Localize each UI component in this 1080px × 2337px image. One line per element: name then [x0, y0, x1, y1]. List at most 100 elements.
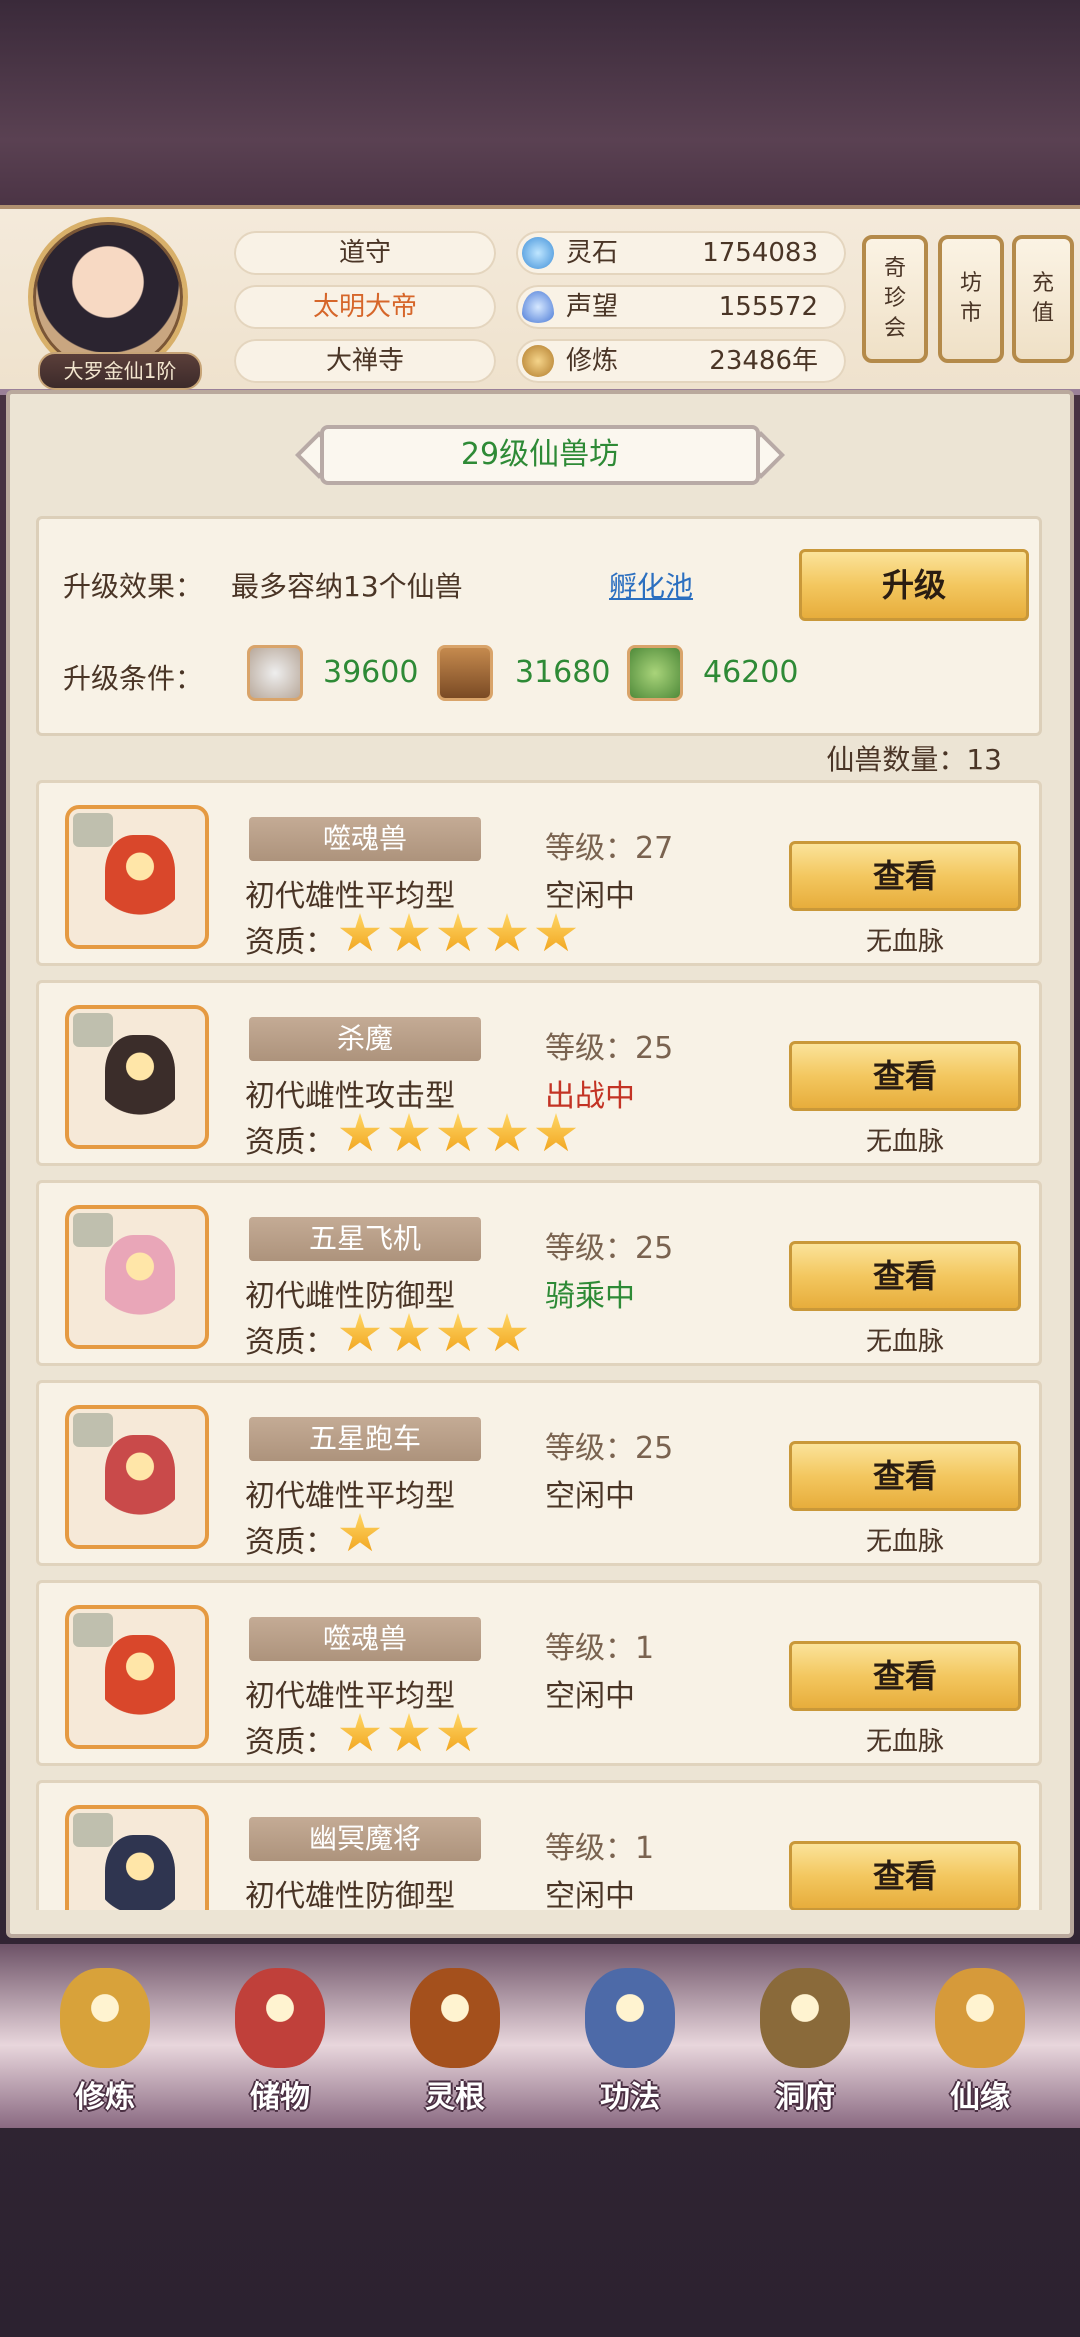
wood-cost: 31680: [515, 655, 611, 690]
panel-title-banner: 29级仙兽坊: [290, 420, 790, 490]
nav-item-0[interactable]: 修炼: [30, 1954, 180, 2124]
beast-status: 空闲中: [545, 1679, 635, 1714]
beast-level: 等级：1: [545, 1631, 655, 1666]
spirit-stone-value: 1754083: [702, 238, 818, 268]
view-button[interactable]: 查看: [789, 1641, 1021, 1711]
hatch-pool-link[interactable]: 孵化池: [609, 565, 693, 605]
star-icon: [339, 1513, 381, 1552]
beast-type: 初代雄性平均型: [245, 879, 455, 914]
beast-count: 仙兽数量：13: [826, 743, 1002, 776]
beast-level: 等级：25: [545, 1231, 674, 1266]
beast-type: 初代雌性防御型: [245, 1279, 455, 1314]
panel-title: 29级仙兽坊: [460, 437, 620, 472]
ore-cost: 39600: [323, 655, 419, 690]
cultivation-icon: [522, 345, 554, 377]
quality-label: 资质：: [245, 1525, 335, 1560]
upgrade-button[interactable]: 升级: [799, 549, 1029, 621]
nav-item-1[interactable]: 储物: [205, 1954, 355, 2124]
star-icon: [339, 1313, 381, 1352]
beast-type: 初代雄性防御型: [245, 1879, 455, 1910]
lock-icon[interactable]: [73, 1013, 113, 1047]
spirit-root-icon: [410, 1968, 500, 2068]
beast-card: 杀魔 初代雌性攻击型 资质： 等级：25 出战中 查看 无血脉: [36, 980, 1042, 1166]
player-avatar[interactable]: 大罗金仙1阶: [28, 217, 202, 390]
beast-image: [105, 1235, 175, 1325]
nav-label: 仙缘: [950, 2080, 1010, 2115]
sect-role-pill: 道守: [234, 231, 496, 275]
star-icon: [437, 1713, 479, 1752]
beast-name: 幽冥魔将: [249, 1817, 481, 1861]
quality-stars: [339, 913, 584, 959]
beast-portrait[interactable]: [65, 1005, 209, 1149]
star-icon: [339, 1713, 381, 1752]
quality-stars: [339, 1313, 535, 1359]
ore-icon: [247, 645, 303, 701]
beast-image: [105, 1635, 175, 1725]
beast-card: 五星飞机 初代雌性防御型 资质： 等级：25 骑乘中 查看 无血脉: [36, 1180, 1042, 1366]
view-button[interactable]: 查看: [789, 1841, 1021, 1910]
bloodline-text: 无血脉: [865, 1727, 944, 1757]
star-icon: [388, 913, 430, 952]
beast-list[interactable]: 噬魂兽 初代雄性平均型 资质： 等级：27 空闲中 查看 无血脉 杀魔 初代雌性…: [36, 780, 1042, 1910]
view-button[interactable]: 查看: [789, 1441, 1021, 1511]
herb-icon: [627, 645, 683, 701]
beast-name: 噬魂兽: [249, 1617, 481, 1661]
star-icon: [437, 1313, 479, 1352]
nav-item-4[interactable]: 洞府: [730, 1954, 880, 2124]
nav-label: 修炼: [75, 2080, 135, 2115]
cave-mansion-icon: [760, 1968, 850, 2068]
beast-type: 初代雄性平均型: [245, 1479, 455, 1514]
storage-bag-icon: [235, 1968, 325, 2068]
quality-label: 资质：: [245, 1725, 335, 1760]
quality-label: 资质：: [245, 925, 335, 960]
view-button[interactable]: 查看: [789, 1241, 1021, 1311]
quality-stars: [339, 1513, 388, 1559]
cultivation-value: 23486年: [709, 346, 818, 376]
star-icon: [388, 1313, 430, 1352]
nav-item-5[interactable]: 仙缘: [905, 1954, 1055, 2124]
recharge-button[interactable]: 充值: [1012, 235, 1074, 363]
beast-portrait[interactable]: [65, 1405, 209, 1549]
star-icon: [339, 913, 381, 952]
beast-status: 空闲中: [545, 879, 635, 914]
treasure-shop-button[interactable]: 奇珍会: [862, 235, 928, 363]
view-button[interactable]: 查看: [789, 841, 1021, 911]
upgrade-box: 升级效果： 最多容纳13个仙兽 孵化池 升级 升级条件： 39600 31680…: [36, 516, 1042, 736]
beast-name: 噬魂兽: [249, 817, 481, 861]
beast-portrait[interactable]: [65, 1205, 209, 1349]
bottom-nav: 修炼 储物 灵根 功法 洞府 仙缘: [0, 1944, 1080, 2128]
star-icon: [388, 1713, 430, 1752]
view-button[interactable]: 查看: [789, 1041, 1021, 1111]
lock-icon[interactable]: [73, 1613, 113, 1647]
cultivate-icon: [60, 1968, 150, 2068]
star-icon: [486, 1113, 528, 1152]
nav-item-3[interactable]: 功法: [555, 1954, 705, 2124]
lock-icon[interactable]: [73, 1213, 113, 1247]
beast-type: 初代雌性攻击型: [245, 1079, 455, 1114]
beast-status: 骑乘中: [545, 1279, 635, 1314]
beast-level: 等级：25: [545, 1031, 674, 1066]
beast-portrait[interactable]: [65, 1605, 209, 1749]
beast-name: 杀魔: [249, 1017, 481, 1061]
beast-portrait[interactable]: [65, 805, 209, 949]
quality-label: 资质：: [245, 1325, 335, 1360]
cultivation-row: 修炼 23486年: [516, 339, 846, 383]
star-icon: [437, 1113, 479, 1152]
lock-icon[interactable]: [73, 1413, 113, 1447]
lock-icon[interactable]: [73, 813, 113, 847]
nav-label: 灵根: [425, 2080, 485, 2115]
herb-cost: 46200: [703, 655, 799, 690]
market-button[interactable]: 坊市: [938, 235, 1004, 363]
spirit-stone-row: 灵石 1754083: [516, 231, 846, 275]
nav-item-2[interactable]: 灵根: [380, 1954, 530, 2124]
bloodline-text: 无血脉: [865, 1527, 944, 1557]
lock-icon[interactable]: [73, 1813, 113, 1847]
star-icon: [388, 1113, 430, 1152]
beast-image: [105, 1035, 175, 1125]
beast-name: 五星飞机: [249, 1217, 481, 1261]
beast-card: 五星跑车 初代雄性平均型 资质： 等级：25 空闲中 查看 无血脉: [36, 1380, 1042, 1566]
beast-portrait[interactable]: [65, 1805, 209, 1910]
beast-status: 出战中: [545, 1079, 635, 1114]
beast-card: 幽冥魔将 初代雄性防御型 资质： 等级：1 空闲中 查看: [36, 1780, 1042, 1910]
beast-card: 噬魂兽 初代雄性平均型 资质： 等级：27 空闲中 查看 无血脉: [36, 780, 1042, 966]
